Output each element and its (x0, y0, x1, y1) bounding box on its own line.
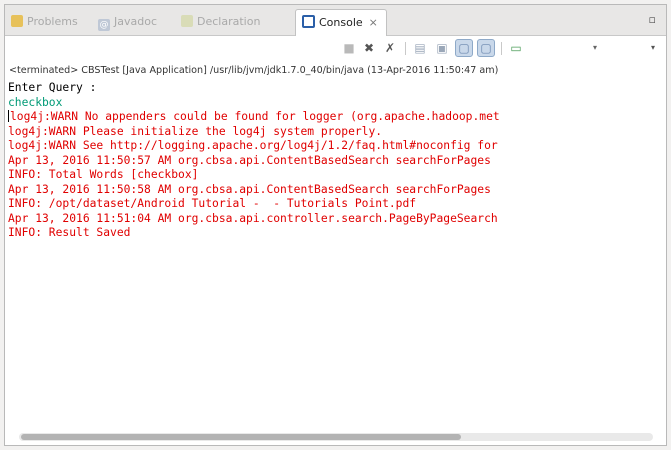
console-line-text: Apr 13, 2016 11:50:58 AM org.cbsa.api.Co… (8, 182, 491, 196)
horizontal-scrollbar[interactable] (19, 433, 653, 441)
display-console-icon[interactable]: ▾ (587, 40, 603, 56)
console-line-text: Apr 13, 2016 11:50:57 AM org.cbsa.api.Co… (8, 153, 491, 167)
console-line-text: log4j:WARN See http://logging.apache.org… (8, 139, 498, 152)
console-line: INFO: Total Words [checkbox] (8, 168, 661, 183)
tab-javadoc-label: Javadoc (114, 15, 157, 28)
remove-launch-icon[interactable]: ✖ (361, 40, 377, 56)
problems-icon (11, 15, 23, 27)
tab-declaration-label: Declaration (197, 15, 261, 28)
tab-declaration[interactable]: Declaration (181, 11, 260, 33)
show-stdout-icon[interactable]: ▢ (455, 39, 473, 57)
console-line: INFO: /opt/dataset/Android Tutorial - - … (8, 197, 661, 212)
show-stderr-icon[interactable]: ▢ (477, 39, 495, 57)
console-line-text: log4j:WARN Please initialize the log4j s… (8, 124, 383, 138)
console-view: Problems @ Javadoc Declaration Console ⨯ ▫… (4, 4, 667, 446)
console-line-text: Enter Query : (8, 81, 97, 94)
scrollbar-thumb[interactable] (21, 434, 461, 440)
console-line: log4j:WARN No appenders could be found f… (8, 110, 661, 125)
view-tab-bar: Problems @ Javadoc Declaration Console ⨯ ▫ (5, 5, 666, 36)
view-menu-icon[interactable]: ▾ (645, 40, 661, 56)
console-line: Enter Query : (8, 81, 661, 96)
toolbar-separator (405, 42, 406, 55)
javadoc-icon: @ (98, 19, 110, 31)
console-line: checkbox (8, 96, 661, 111)
tab-console-label: Console (319, 16, 363, 29)
console-line: Apr 13, 2016 11:51:04 AM org.cbsa.api.co… (8, 212, 661, 227)
toolbar-separator (501, 42, 502, 55)
console-line: log4j:WARN See http://logging.apache.org… (8, 139, 661, 154)
console-line-text: Apr 13, 2016 11:51:04 AM org.cbsa.api.co… (8, 211, 498, 225)
clear-console-icon[interactable]: ▤ (412, 40, 428, 56)
tab-problems[interactable]: Problems (11, 11, 78, 33)
pin-console-icon[interactable]: ▭ (508, 40, 524, 56)
console-line: Apr 13, 2016 11:50:57 AM org.cbsa.api.Co… (8, 154, 661, 169)
console-toolbar: ■ ✖ ✗ ▤ ▣ ▢ ▢ ▭ ▾ ▾ (5, 36, 666, 60)
maximize-view-icon[interactable]: ▫ (649, 13, 656, 26)
console-icon (302, 15, 315, 28)
console-line-text: INFO: /opt/dataset/Android Tutorial - - … (8, 197, 417, 210)
declaration-icon (181, 15, 193, 27)
tab-javadoc[interactable]: @ Javadoc (98, 11, 157, 33)
text-caret (8, 110, 9, 122)
console-output[interactable]: Enter Query : checkbox log4j:WARN No appen… (8, 81, 661, 427)
tab-problems-label: Problems (27, 15, 78, 28)
console-line-text: INFO: Total Words [checkbox] (8, 168, 199, 181)
close-tab-icon[interactable]: ⨯ (369, 16, 378, 29)
console-line: log4j:WARN Please initialize the log4j s… (8, 125, 661, 140)
console-line-text: log4j:WARN No appenders could be found f… (10, 110, 500, 123)
launch-status-label: <terminated> CBSTest [Java Application] … (9, 65, 499, 76)
terminate-icon[interactable]: ■ (341, 40, 357, 56)
console-line: INFO: Result Saved (8, 226, 661, 241)
console-line-text: checkbox (8, 95, 63, 109)
console-line-text: INFO: Result Saved (8, 226, 131, 239)
console-line: Apr 13, 2016 11:50:58 AM org.cbsa.api.Co… (8, 183, 661, 198)
remove-all-launches-icon[interactable]: ✗ (382, 40, 398, 56)
scroll-lock-icon[interactable]: ▣ (434, 40, 450, 56)
tab-console[interactable]: Console ⨯ (295, 9, 387, 36)
